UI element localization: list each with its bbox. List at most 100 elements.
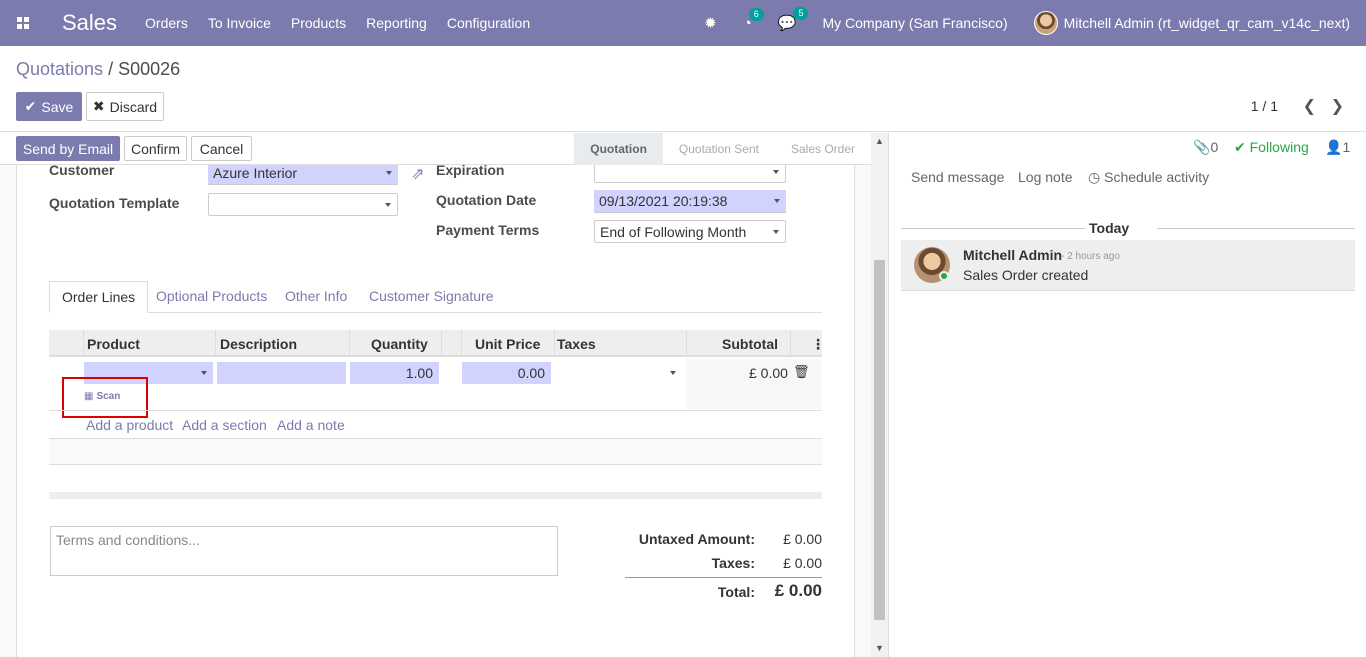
cancel-button[interactable]: Cancel xyxy=(191,136,252,161)
tab-customer-signature[interactable]: Customer Signature xyxy=(357,281,506,313)
payment-terms-field[interactable]: End of Following Month xyxy=(594,220,786,243)
terms-and-conditions-input[interactable]: Terms and conditions... xyxy=(50,526,558,576)
table-footer xyxy=(49,492,822,499)
pager-value[interactable]: 1 / 1 xyxy=(1251,98,1278,114)
top-navbar: Sales Orders To Invoice Products Reporti… xyxy=(0,0,1366,46)
customer-value: Azure Interior xyxy=(213,165,298,181)
column-description[interactable]: Description xyxy=(220,336,297,352)
user-menu[interactable]: Mitchell Admin (rt_widget_qr_cam_v14c_ne… xyxy=(1064,15,1350,31)
chevron-right-icon[interactable]: ❯ xyxy=(1331,96,1344,116)
following-label: Following xyxy=(1249,139,1309,155)
breadcrumb: Quotations / S00026 xyxy=(16,59,180,80)
taxes-value: £ 0.00 xyxy=(783,555,822,571)
scan-label: Scan xyxy=(96,391,121,402)
untaxed-amount-label: Untaxed Amount: xyxy=(638,531,755,547)
quotation-template-label: Quotation Template xyxy=(49,195,180,211)
empty-row xyxy=(49,439,822,465)
customer-field[interactable]: Azure Interior xyxy=(208,162,398,185)
log-note-button[interactable]: Log note xyxy=(1018,169,1073,185)
column-unit-price[interactable]: Unit Price xyxy=(475,336,540,352)
scrollbar-thumb[interactable] xyxy=(874,260,885,620)
description-input[interactable] xyxy=(217,362,346,384)
chatter-message: Mitchell Admin - 2 hours ago Sales Order… xyxy=(901,240,1355,291)
breadcrumb-current: S00026 xyxy=(118,59,181,79)
add-product-link[interactable]: Add a product xyxy=(86,417,173,433)
stage-quotation-sent[interactable]: Quotation Sent xyxy=(663,133,775,165)
debug-bug-icon[interactable]: ✹ xyxy=(704,14,717,32)
expiration-field[interactable] xyxy=(594,163,786,183)
stage-pipeline: Quotation Quotation Sent Sales Order xyxy=(574,133,871,165)
column-taxes[interactable]: Taxes xyxy=(557,336,596,352)
following-button[interactable]: ✔ Following xyxy=(1234,139,1309,156)
confirm-button[interactable]: Confirm xyxy=(124,136,187,161)
menu-products[interactable]: Products xyxy=(291,15,346,31)
online-status-icon xyxy=(939,271,949,281)
menu-configuration[interactable]: Configuration xyxy=(447,15,530,31)
followers-button[interactable]: 👤1 xyxy=(1325,139,1350,156)
user-avatar[interactable] xyxy=(1033,11,1058,35)
schedule-activity-label: Schedule activity xyxy=(1104,169,1210,185)
send-message-button[interactable]: Send message xyxy=(911,169,1004,185)
unit-price-input[interactable]: 0.00 xyxy=(462,362,551,384)
quantity-input[interactable]: 1.00 xyxy=(350,362,439,384)
schedule-activity-button[interactable]: ◷ Schedule activity xyxy=(1088,169,1209,186)
activity-clock-icon[interactable]: ◔ 6 xyxy=(743,7,764,32)
taxes-input[interactable] xyxy=(556,362,682,384)
column-subtotal[interactable]: Subtotal xyxy=(722,336,778,352)
total-label: Total: xyxy=(717,584,755,600)
quotation-date-field[interactable]: 09/13/2021 20:19:38 xyxy=(594,190,786,213)
message-body: Sales Order created xyxy=(963,267,1089,283)
optional-columns-icon[interactable]: ⋮ xyxy=(811,336,825,353)
add-section-link[interactable]: Add a section xyxy=(182,417,267,433)
attachments-button[interactable]: 📎0 xyxy=(1193,139,1218,156)
messages-icon[interactable]: 💬 5 xyxy=(778,7,809,32)
app-name[interactable]: Sales xyxy=(62,10,117,36)
column-product[interactable]: Product xyxy=(87,336,140,352)
dropdown-caret-icon xyxy=(774,199,780,203)
stage-quotation[interactable]: Quotation xyxy=(574,133,663,165)
activity-count-badge: 6 xyxy=(748,7,764,21)
date-separator-line xyxy=(1157,228,1355,229)
message-author[interactable]: Mitchell Admin xyxy=(963,247,1062,263)
breadcrumb-separator: / xyxy=(108,59,114,79)
discard-button[interactable]: ✖ Discard xyxy=(86,92,164,121)
dropdown-caret-icon xyxy=(385,203,391,207)
add-note-link[interactable]: Add a note xyxy=(277,417,345,433)
check-icon: ✔ xyxy=(1234,139,1250,155)
apps-menu-icon[interactable] xyxy=(0,0,46,46)
chatter-panel: 📎0 ✔ Following 👤1 Send message Log note … xyxy=(888,133,1366,657)
check-icon: ✔ xyxy=(24,98,37,114)
quotation-template-field[interactable] xyxy=(208,193,398,216)
qr-code-icon: ▦ xyxy=(84,391,94,402)
quotation-date-label: Quotation Date xyxy=(436,192,537,208)
notebook-tabs: Order Lines Optional Products Other Info… xyxy=(49,281,822,313)
totals-divider xyxy=(625,577,822,578)
chevron-left-icon[interactable]: ❮ xyxy=(1303,96,1316,116)
trash-icon[interactable]: 🗑 xyxy=(793,364,810,380)
save-button[interactable]: ✔ Save xyxy=(16,92,82,121)
row-divider xyxy=(49,410,822,411)
send-by-email-button[interactable]: Send by Email xyxy=(16,136,120,161)
stage-sales-order[interactable]: Sales Order xyxy=(775,133,871,165)
tab-optional-products[interactable]: Optional Products xyxy=(144,281,279,313)
menu-orders[interactable]: Orders xyxy=(145,15,188,31)
menu-reporting[interactable]: Reporting xyxy=(366,15,427,31)
quotation-date-value: 09/13/2021 20:19:38 xyxy=(599,193,728,209)
dropdown-caret-icon xyxy=(201,371,207,375)
scroll-up-icon[interactable]: ▲ xyxy=(875,136,884,146)
tab-other-info[interactable]: Other Info xyxy=(273,281,359,313)
tab-order-lines[interactable]: Order Lines xyxy=(49,281,149,313)
attachments-count: 0 xyxy=(1210,139,1219,155)
column-quantity[interactable]: Quantity xyxy=(371,336,428,352)
scan-button[interactable]: ▦ Scan xyxy=(84,391,120,402)
order-lines-header: Product Description Quantity Unit Price … xyxy=(49,330,825,357)
menu-to-invoice[interactable]: To Invoice xyxy=(208,15,271,31)
status-bar: Send by Email Confirm Cancel Quotation Q… xyxy=(0,133,871,165)
clock-icon: ◷ xyxy=(1088,169,1105,185)
scroll-down-icon[interactable]: ▼ xyxy=(875,643,884,653)
external-link-icon[interactable]: ⇗ xyxy=(411,164,424,184)
company-switcher[interactable]: My Company (San Francisco) xyxy=(822,15,1007,31)
breadcrumb-quotations[interactable]: Quotations xyxy=(16,59,103,79)
user-icon: 👤 xyxy=(1325,139,1343,155)
taxes-label: Taxes: xyxy=(711,555,755,571)
